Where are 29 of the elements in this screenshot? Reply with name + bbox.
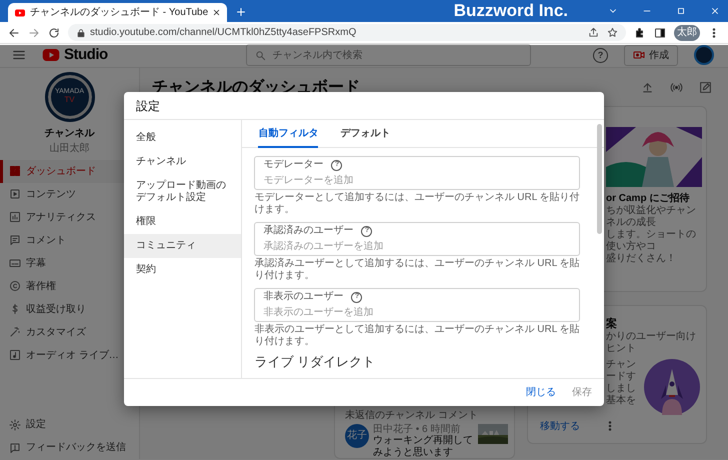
brand-name: Buzzword Inc. [454,0,568,22]
card-subtitle: かりのユーザー向けヒント [606,330,697,354]
logo-text: Studio [64,45,108,65]
card-text: チャン [606,358,636,370]
comment-text: ウォーキング再開してみようと思います [373,435,474,458]
card-text: ちが収益化やチャンネルの成長 [606,204,697,228]
card-text: しまし [606,382,636,394]
logo-text: TV [64,96,75,105]
field-label: 承認済みのユーザー [263,225,354,237]
field-label: モデレーター [263,159,324,171]
url-text: studio.youtube.com/channel/UCMTkl0hZ5tty4aseFPSRxmQ [90,26,356,40]
card-text: 盛りだくさん！ [606,252,677,264]
channel-label: チャンネル [44,126,94,140]
help-text: モデレーターとして追加するには、ユーザーのチャンネル URL を貼り付けます。 [254,192,580,216]
help-text: 承認済みユーザーとして追加するには、ユーザーのチャンネル URL を貼り付けます。 [254,258,580,282]
card-title: 案 [606,318,618,330]
help-text: 非表示のユーザーとして追加するには、ユーザーのチャンネル URL を貼り付けます。 [254,324,580,348]
tab-title: チャンネルのダッシュボード - YouTube [30,6,208,20]
card-text: します。ショートの使い方やコ [606,228,697,252]
field-label: 非表示のユーザー [263,291,344,303]
user-avatar: 花子 [345,424,369,448]
dialog-title: 設定 [136,98,160,114]
card-title: 未返信のチャンネル コメント [345,410,479,422]
card-title: or Camp にご招待 [606,192,690,204]
card-text: 基本を [606,394,636,406]
comment-meta: 田中花子 • 6 時間前 [373,424,462,435]
section-heading: ライブ リダイレクト [254,354,376,370]
card-text: ードす [606,370,636,382]
channel-name: 山田太郎 [50,142,90,156]
